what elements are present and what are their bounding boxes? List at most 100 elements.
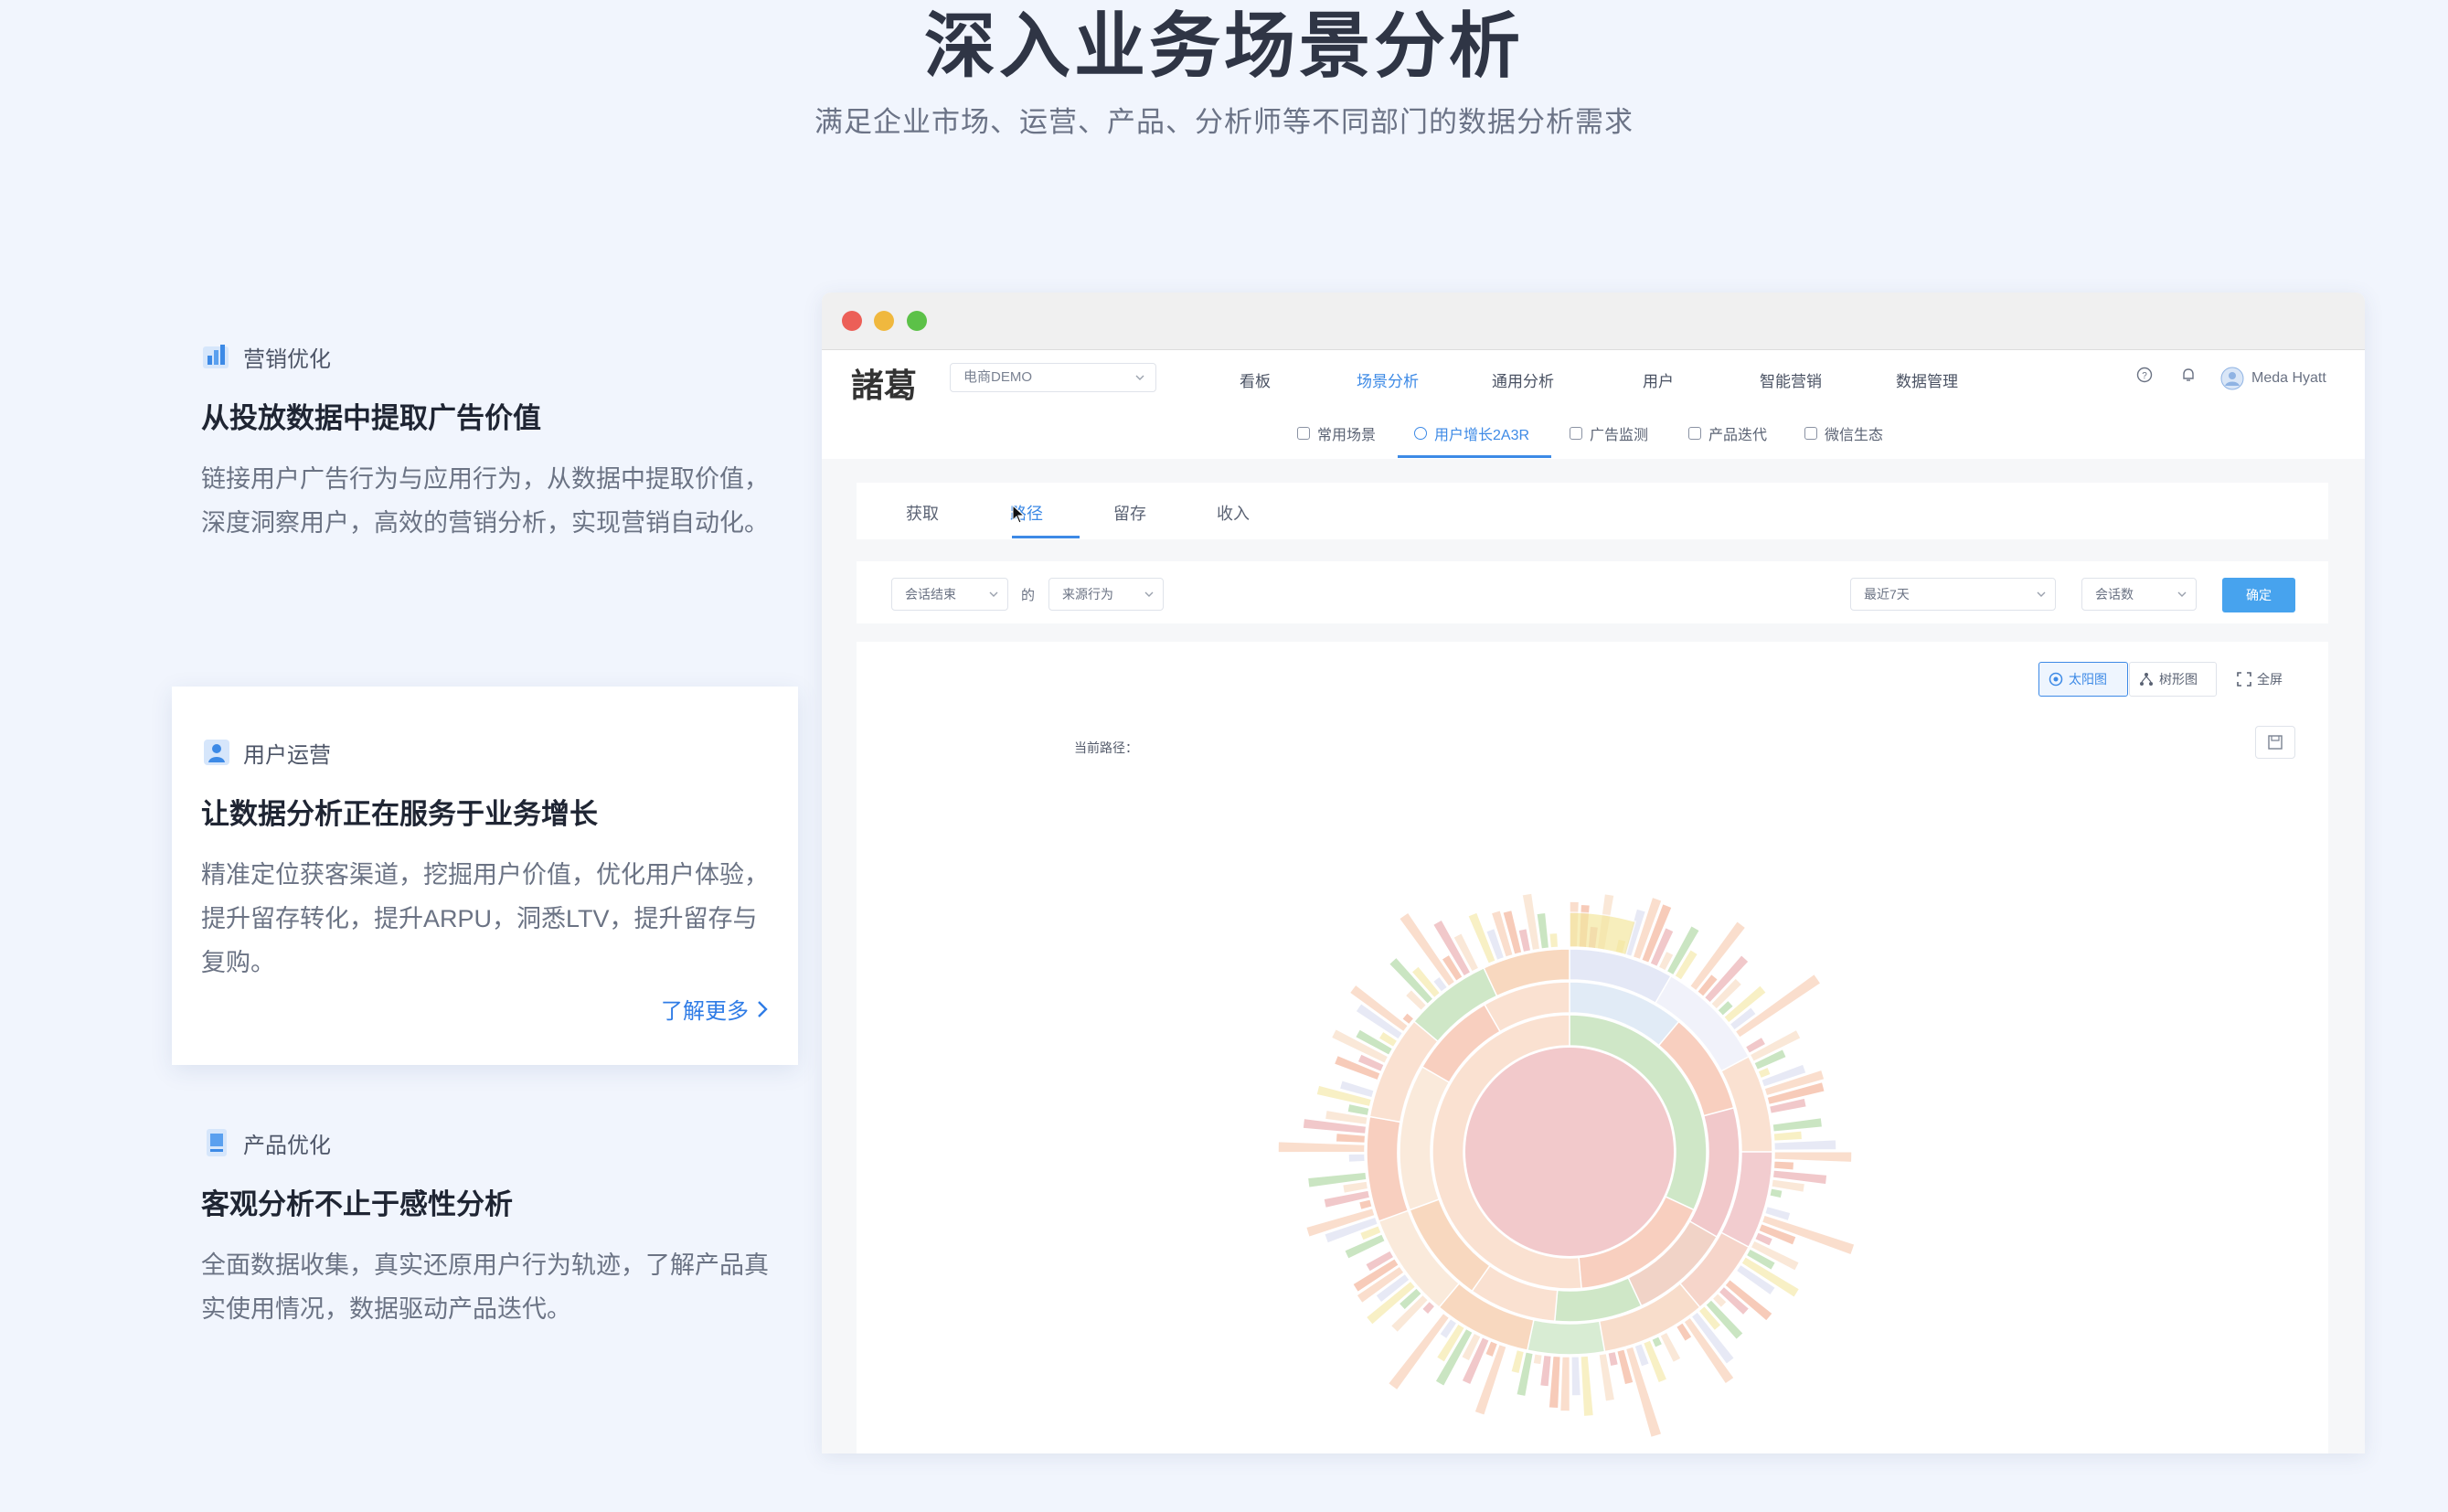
sunburst-root-segment[interactable] <box>1465 1048 1674 1256</box>
feature-product[interactable]: 产品优化 客观分析不止于感性分析 全面数据收集，真实还原用户行为轨迹，了解产品真… <box>172 1124 798 1353</box>
view-tree-button[interactable]: 树形图 <box>2129 662 2217 697</box>
fullscreen-button[interactable]: 全屏 <box>2228 662 2301 697</box>
sunburst-ring3-segment[interactable] <box>1526 1319 1606 1356</box>
metric-select[interactable]: 会话数 <box>2081 578 2197 611</box>
view-sunburst-label: 太阳图 <box>2069 672 2107 687</box>
filter-bar: 会话结束 的 来源行为 最近7天 会话数 确定 <box>857 561 2328 623</box>
tree-icon <box>2140 673 2153 686</box>
chevron-down-icon <box>1144 591 1154 597</box>
tab-acquisition[interactable]: 获取 <box>906 501 939 525</box>
feature-desc: 链接用户广告行为与应用行为，从数据中提取价值，深度洞察用户，高效的营销分析，实现… <box>201 465 769 537</box>
nav-item-scenario[interactable]: 场景分析 <box>1357 368 1419 391</box>
source-select[interactable]: 来源行为 <box>1048 578 1164 611</box>
sunburst-outer-segment[interactable] <box>1580 1355 1595 1418</box>
subnav-label: 微信生态 <box>1825 428 1884 443</box>
view-sunburst-button[interactable]: 太阳图 <box>2038 662 2128 697</box>
current-path-label: 当前路径： <box>1074 740 1138 755</box>
event-select[interactable]: 会话结束 <box>891 578 1008 611</box>
main-content: 获取 路径 留存 收入 会话结束 的 来源行为 最近7天 会话数 确定 太阳图 … <box>822 459 2365 1453</box>
feature-user-ops[interactable]: 用户运营 让数据分析正在服务于业务增长 精准定位获客渠道，挖掘用户价值，优化用户… <box>172 687 798 1065</box>
sunburst-outer-segment[interactable] <box>1559 1356 1571 1412</box>
chevron-down-icon <box>2037 591 2046 597</box>
project-select[interactable]: 电商DEMO <box>950 363 1156 392</box>
analysis-tabs: 获取 路径 留存 收入 <box>857 483 2328 539</box>
subnav-label: 广告监测 <box>1590 428 1649 443</box>
view-tree-label: 树形图 <box>2159 672 2198 687</box>
sunburst-chart[interactable] <box>857 642 2328 1453</box>
subnav-label: 用户增长2A3R <box>1434 428 1530 443</box>
wechat-icon <box>1804 427 1817 440</box>
monitor-icon <box>1570 427 1582 440</box>
sunburst-outer-segment[interactable] <box>1532 1352 1544 1366</box>
page-subtitle: 满足企业市场、运营、产品、分析师等不同部门的数据分析需求 <box>814 106 1634 138</box>
sunburst-outer-segment[interactable] <box>1548 932 1559 949</box>
confirm-button[interactable]: 确定 <box>2222 578 2295 612</box>
user-menu[interactable]: Meda Hyatt <box>2220 367 2326 390</box>
bell-icon[interactable] <box>2180 367 2197 383</box>
export-button[interactable] <box>2255 726 2295 759</box>
mouse-cursor-icon <box>1012 505 1026 524</box>
subnav-wechat[interactable]: 微信生态 <box>1804 422 1883 444</box>
nav-item-users[interactable]: 用户 <box>1643 368 1674 391</box>
nav-item-general[interactable]: 通用分析 <box>1492 368 1554 391</box>
gear-icon <box>1297 427 1310 440</box>
feature-desc: 全面数据收集，真实还原用户行为轨迹，了解产品真实使用情况，数据驱动产品迭代。 <box>201 1251 769 1323</box>
date-range-select[interactable]: 最近7天 <box>1850 578 2056 611</box>
nav-item-dashboard[interactable]: 看板 <box>1240 368 1271 391</box>
subnav-label: 产品迭代 <box>1708 428 1768 443</box>
fullscreen-label: 全屏 <box>2257 672 2283 687</box>
nav-item-marketing[interactable]: 智能营销 <box>1760 368 1822 391</box>
date-range-value: 最近7天 <box>1864 587 1910 602</box>
chevron-down-icon <box>2177 591 2187 597</box>
feature-marketing[interactable]: 营销优化 从投放数据中提取广告价值 链接用户广告行为与应用行为，从数据中提取价值… <box>172 338 798 603</box>
chevron-down-icon <box>989 591 998 597</box>
nav-item-data-management[interactable]: 数据管理 <box>1896 368 1958 391</box>
window-maximize-button[interactable] <box>907 311 927 331</box>
subnav-label: 常用场景 <box>1317 428 1377 443</box>
app-logo[interactable]: 諸葛 <box>851 359 917 407</box>
feature-title: 从投放数据中提取广告价值 <box>201 402 541 434</box>
scenario-subnav: 常用场景 用户增长2A3R 广告监测 产品迭代 微信生态 <box>822 406 2365 460</box>
source-select-value: 来源行为 <box>1062 587 1113 602</box>
sunburst-panel: 太阳图 树形图 全屏 当前路径： <box>857 642 2328 1453</box>
sunburst-outer-segment[interactable] <box>1772 1130 1804 1143</box>
device-icon <box>207 1129 227 1156</box>
feature-title: 让数据分析正在服务于业务增长 <box>201 798 598 830</box>
user-icon <box>1414 427 1427 440</box>
app-window-mockup: 諸葛 电商DEMO 看板 场景分析 通用分析 用户 智能营销 数据管理 ? Me… <box>822 293 2365 1453</box>
sunburst-outer-segment[interactable] <box>1335 1132 1367 1145</box>
feature-tag: 营销优化 <box>243 346 331 372</box>
feature-tag: 产品优化 <box>243 1133 331 1158</box>
sunburst-outer-segment[interactable] <box>1570 1355 1582 1397</box>
help-icon[interactable]: ? <box>2136 367 2153 383</box>
subnav-active-indicator <box>1398 455 1551 458</box>
chevron-down-icon <box>1135 375 1144 380</box>
learn-more-label: 了解更多 <box>661 999 749 1024</box>
subnav-growth[interactable]: 用户增长2A3R <box>1414 422 1529 444</box>
sunburst-outer-segment[interactable] <box>1347 1153 1367 1164</box>
subnav-product[interactable]: 产品迭代 <box>1688 422 1767 444</box>
sunburst-outer-segment[interactable] <box>1772 1160 1795 1172</box>
window-close-button[interactable] <box>842 311 862 331</box>
fullscreen-icon <box>2237 672 2251 687</box>
feature-title: 客观分析不止于感性分析 <box>201 1188 513 1220</box>
app-header: 諸葛 电商DEMO 看板 场景分析 通用分析 用户 智能营销 数据管理 ? Me… <box>822 350 2365 408</box>
subnav-common[interactable]: 常用场景 <box>1297 422 1376 444</box>
feature-desc: 精准定位获客渠道，挖掘用户价值，优化用户体验，提升留存转化，提升ARPU，洞悉L… <box>201 861 769 976</box>
tab-revenue[interactable]: 收入 <box>1217 501 1250 525</box>
window-minimize-button[interactable] <box>874 311 894 331</box>
save-icon <box>2268 735 2283 750</box>
sunburst-outer-segment[interactable] <box>1768 1187 1784 1199</box>
sunburst-icon <box>2049 672 2063 687</box>
svg-text:?: ? <box>2142 371 2147 381</box>
sunburst-outer-segment[interactable] <box>1658 1331 1683 1364</box>
subnav-ads[interactable]: 广告监测 <box>1570 422 1648 444</box>
user-name: Meda Hyatt <box>2251 370 2326 386</box>
of-label: 的 <box>1021 588 1036 603</box>
metric-select-value: 会话数 <box>2095 587 2134 602</box>
chart-icon <box>203 345 229 368</box>
tab-active-indicator <box>1012 536 1080 538</box>
learn-more-link[interactable]: 了解更多 <box>661 993 769 1025</box>
tab-retention[interactable]: 留存 <box>1113 501 1146 525</box>
sunburst-outer-segment[interactable] <box>1772 1116 1824 1134</box>
